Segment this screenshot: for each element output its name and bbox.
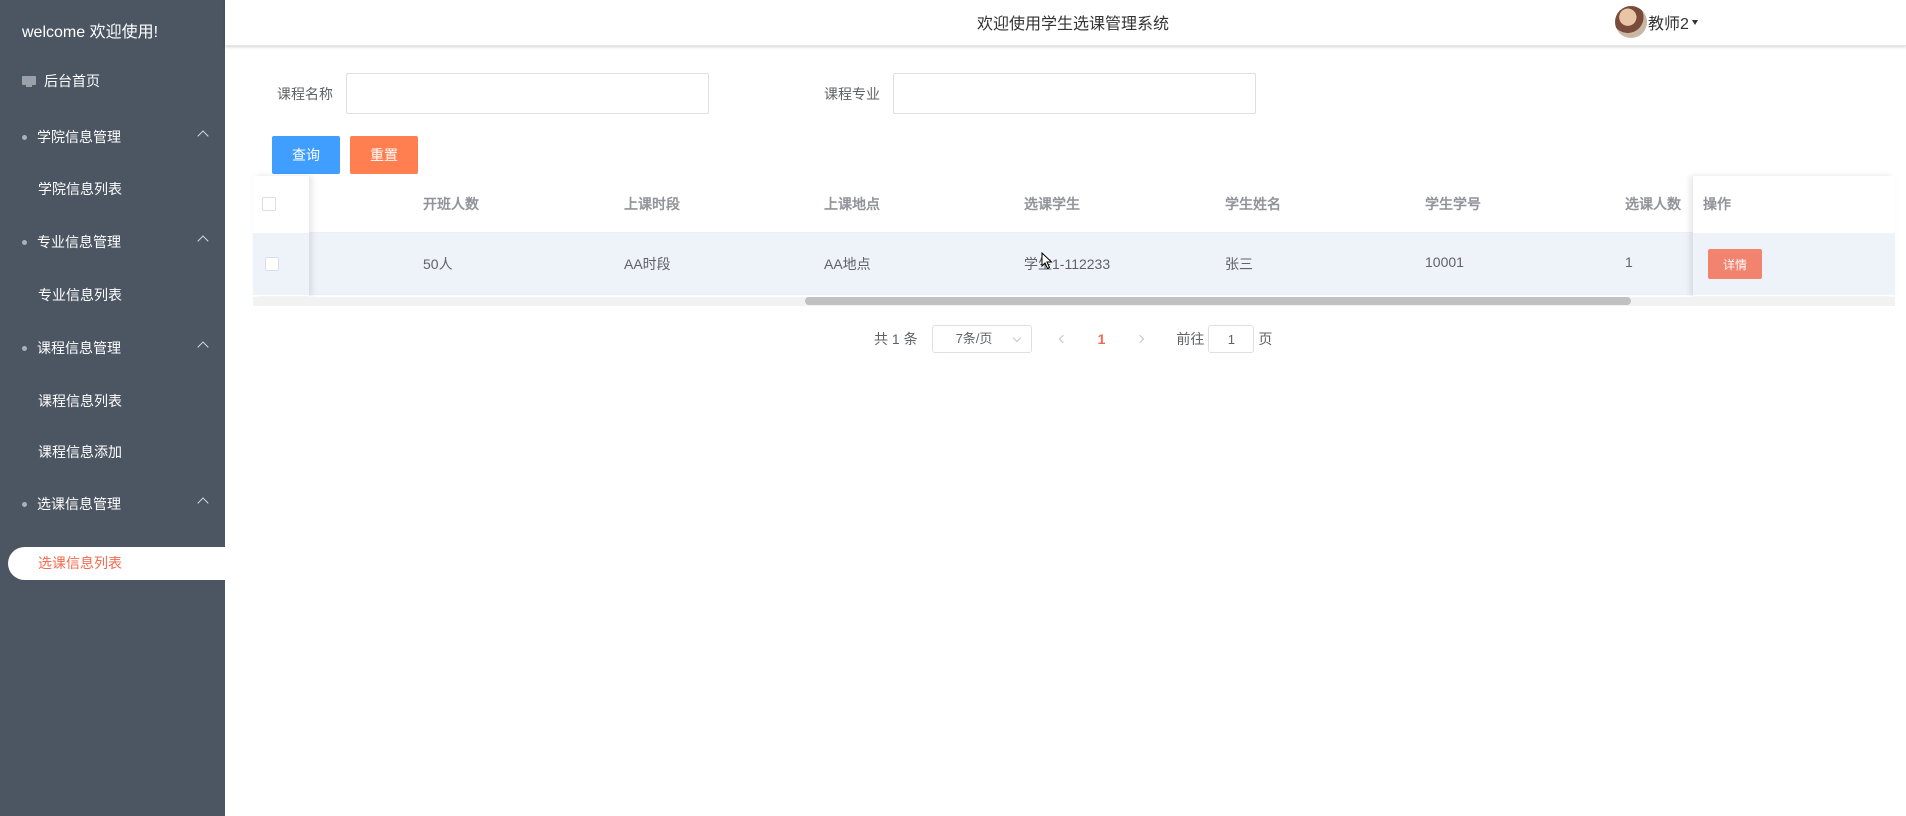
top-header: 欢迎使用学生选课管理系统 教师2 (225, 0, 1906, 46)
sidebar-item-major-list[interactable]: 专业信息列表 (38, 284, 122, 306)
chevron-up-icon (197, 130, 209, 142)
sidebar: welcome 欢迎使用! 后台首页 学院信息管理 学院信息列表 专业信息管理 … (0, 0, 225, 816)
chevron-up-icon (197, 235, 209, 247)
sidebar-item-home[interactable]: 后台首页 (22, 70, 100, 92)
column-header: 选课人数 (1625, 196, 1681, 212)
sidebar-item-selection-list[interactable]: 选课信息列表 (8, 547, 225, 580)
column-header: 学生学号 (1425, 196, 1481, 212)
major-label: 课程专业 (824, 86, 880, 102)
bullet-icon (22, 501, 27, 507)
goto-prefix: 前往 (1176, 331, 1205, 347)
goto-suffix: 页 (1258, 331, 1273, 347)
bullet-icon (22, 134, 27, 140)
data-table: 开班人数 上课时段 上课地点 选课学生 学生姓名 学生学号 选课人数 50人 A… (253, 176, 1895, 306)
course-name-input[interactable] (346, 73, 709, 114)
fixed-action-column: 操作 详情 (1693, 176, 1895, 296)
sidebar-group-course[interactable]: 课程信息管理 (22, 337, 209, 359)
row-action-cell: 详情 (1693, 233, 1895, 295)
column-header: 上课地点 (824, 196, 880, 212)
page-size-value: 7条/页 (955, 331, 993, 346)
brand-text: welcome 欢迎使用! (22, 24, 159, 41)
mouse-cursor-icon (1041, 252, 1053, 270)
page-size-select[interactable]: 7条/页 (931, 325, 1032, 353)
cell-student-id: 10001 (1425, 254, 1464, 270)
select-all-checkbox[interactable] (262, 197, 276, 211)
chevron-up-icon (197, 497, 209, 509)
sidebar-group-label: 课程信息管理 (37, 340, 121, 356)
cell-location: AA地点 (824, 256, 871, 272)
cell-student: 学生1-112233 (1024, 256, 1111, 272)
column-header-action: 操作 (1703, 196, 1731, 212)
chevron-down-icon (1012, 333, 1021, 343)
column-header: 学生姓名 (1225, 196, 1281, 212)
user-menu[interactable]: 教师2 (1615, 6, 1698, 38)
avatar (1615, 6, 1647, 38)
horizontal-scrollbar[interactable] (253, 297, 1895, 306)
bullet-icon (22, 239, 27, 245)
monitor-icon (22, 75, 36, 87)
major-input[interactable] (893, 73, 1256, 114)
sidebar-group-label: 选课信息管理 (37, 496, 121, 512)
sidebar-group-selection[interactable]: 选课信息管理 (22, 493, 209, 515)
sidebar-group-label: 专业信息管理 (37, 234, 121, 250)
user-name: 教师2 (1648, 16, 1689, 33)
reset-button[interactable]: 重置 (350, 136, 418, 174)
column-header: 选课学生 (1024, 196, 1080, 212)
sidebar-item-course-list[interactable]: 课程信息列表 (38, 390, 122, 412)
sidebar-group-college[interactable]: 学院信息管理 (22, 126, 209, 148)
bullet-icon (22, 345, 27, 351)
sidebar-item-college-list[interactable]: 学院信息列表 (38, 178, 122, 200)
sidebar-group-major[interactable]: 专业信息管理 (22, 231, 209, 253)
prev-page-icon[interactable] (1058, 334, 1067, 344)
course-name-label: 课程名称 (277, 86, 333, 102)
scrollbar-thumb[interactable] (805, 297, 1631, 305)
fixed-select-column (253, 176, 309, 296)
cell-class-size: 50人 (423, 256, 453, 272)
cell-student-name: 张三 (1225, 256, 1253, 272)
next-page-icon[interactable] (1136, 334, 1145, 344)
sidebar-item-home-label: 后台首页 (44, 73, 100, 89)
total-count: 共 1 条 (874, 331, 918, 347)
detail-button[interactable]: 详情 (1708, 249, 1762, 279)
table-row: 50人 AA时段 AA地点 学生1-112233 张三 10001 1 (253, 233, 1895, 295)
column-header: 开班人数 (423, 196, 479, 212)
cell-period: AA时段 (624, 256, 671, 272)
sidebar-item-course-add[interactable]: 课程信息添加 (38, 441, 122, 463)
pagination: 共 1 条 7条/页 1 前往 页 (874, 325, 1272, 353)
row-select-cell (253, 233, 309, 295)
app-root: welcome 欢迎使用! 后台首页 学院信息管理 学院信息列表 专业信息管理 … (0, 0, 1906, 816)
query-button[interactable]: 查询 (272, 136, 340, 174)
column-header: 上课时段 (624, 196, 680, 212)
cell-enroll-count: 1 (1625, 254, 1633, 270)
row-checkbox[interactable] (265, 257, 279, 271)
page-title: 欢迎使用学生选课管理系统 (977, 16, 1170, 33)
table-header: 开班人数 上课时段 上课地点 选课学生 学生姓名 学生学号 选课人数 (253, 176, 1895, 233)
caret-down-icon (1691, 19, 1698, 25)
chevron-up-icon (197, 341, 209, 353)
page-number-current[interactable]: 1 (1098, 331, 1106, 347)
goto-page-input[interactable] (1208, 325, 1255, 353)
sidebar-group-label: 学院信息管理 (37, 129, 121, 145)
